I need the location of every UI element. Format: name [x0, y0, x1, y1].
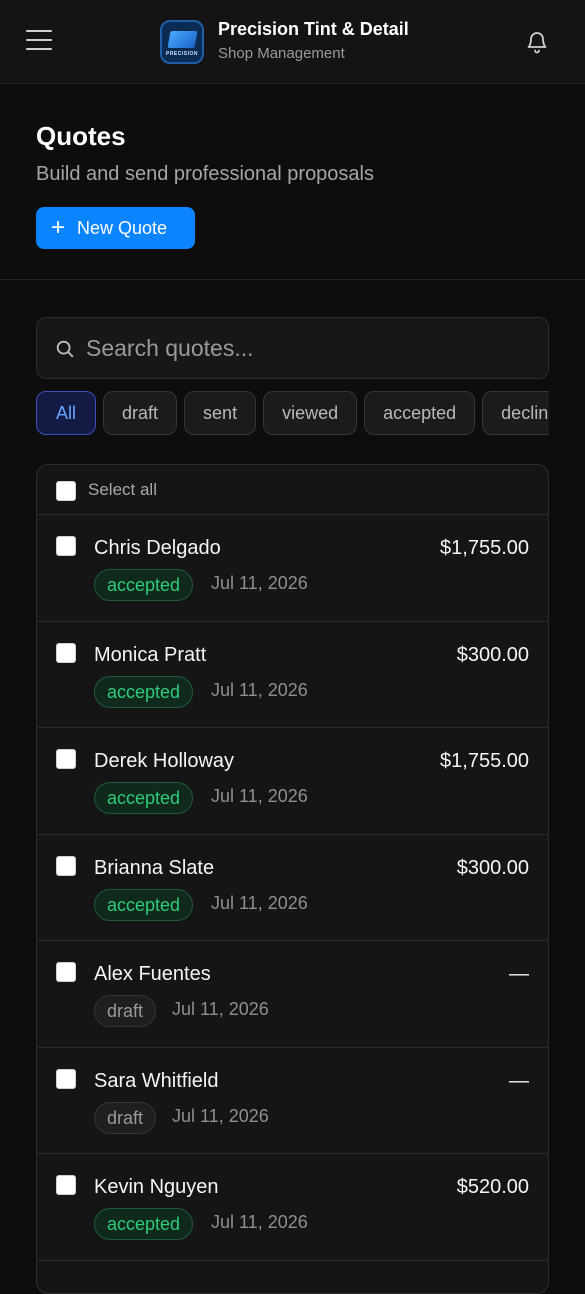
new-quote-label: New Quote [77, 217, 168, 238]
quote-date: Jul 11, 2026 [211, 679, 308, 700]
quote-row[interactable]: Brianna Slate $300.00 accepted Jul 11, 2026 [37, 835, 548, 941]
quote-amount: $1,755.00 [440, 750, 529, 772]
customer-name: Alex Fuentes [94, 963, 211, 985]
page-title: Quotes [36, 121, 126, 151]
customer-name: Chris Delgado [94, 537, 221, 559]
brand-subtitle: Shop Management [218, 45, 345, 62]
quote-row[interactable]: Alex Fuentes — draft Jul 11, 2026 [37, 941, 548, 1048]
filter-chip-all[interactable]: All [36, 391, 97, 435]
brand-logo: PRECISION [160, 20, 204, 64]
search-box [36, 317, 549, 379]
customer-name: Kevin Nguyen [94, 1176, 219, 1198]
search-icon [54, 338, 76, 360]
quote-date: Jul 11, 2026 [211, 573, 308, 593]
row-checkbox[interactable] [56, 1068, 76, 1089]
hamburger-menu-icon[interactable] [26, 30, 52, 52]
bell-icon[interactable] [525, 30, 549, 54]
row-checkbox[interactable] [56, 749, 76, 769]
search-input[interactable] [86, 328, 526, 368]
plus-icon: + [51, 214, 66, 241]
brand-name: Precision Tint & Detail [218, 19, 409, 39]
row-checkbox[interactable] [56, 642, 76, 663]
customer-name: Brianna Slate [94, 856, 215, 879]
filter-chip-viewed[interactable]: viewed [263, 391, 358, 435]
quote-row[interactable]: Derek Holloway $1,755.00 accepted Jul 11, 2… [37, 728, 548, 835]
row-checkbox[interactable] [56, 855, 76, 876]
quote-amount: $1,755.00 [440, 537, 529, 559]
quote-row[interactable]: Kevin Nguyen $520.00 accepted Jul 11, 2026 [37, 1154, 548, 1261]
quote-date: Jul 11, 2026 [211, 1212, 308, 1232]
quote-date: Jul 11, 2026 [172, 1105, 269, 1126]
new-quote-button[interactable]: + New Quote [36, 207, 195, 249]
row-checkbox[interactable] [56, 962, 76, 982]
page-subtitle: Build and send professional proposals [36, 163, 374, 185]
quote-amount: — [509, 1069, 529, 1092]
quote-amount: $520.00 [456, 1176, 529, 1198]
customer-name: Derek Holloway [94, 750, 235, 772]
logo-text: PRECISION [165, 51, 198, 57]
quote-amount: $300.00 [456, 856, 529, 879]
select-all-label: Select all [88, 480, 157, 499]
status-filter-bar: Alldraftsentviewedaccepteddeclined [36, 391, 549, 437]
customer-name: Sara Whitfield [94, 1069, 219, 1092]
select-all-checkbox[interactable] [56, 481, 76, 501]
quote-amount: — [509, 963, 529, 985]
status-badge: draft [94, 995, 157, 1027]
quote-row[interactable]: Chris Delgado $1,755.00 accepted Jul 11, 20… [37, 515, 548, 622]
status-badge: draft [94, 1101, 157, 1134]
status-badge: accepted [94, 782, 194, 814]
status-badge: accepted [94, 1208, 194, 1240]
filter-chip-declined[interactable]: declined [482, 391, 549, 435]
quote-row[interactable]: Monica Pratt $300.00 accepted Jul 11, 2026 [37, 622, 548, 728]
row-checkbox[interactable] [56, 1175, 76, 1195]
status-badge: accepted [94, 569, 194, 601]
quote-row[interactable]: Sara Whitfield — draft Jul 11, 2026 [37, 1048, 548, 1154]
filter-chip-accepted[interactable]: accepted [364, 391, 476, 435]
select-all-row: Select all [37, 465, 548, 515]
quote-amount: $300.00 [456, 643, 529, 666]
filter-chip-draft[interactable]: draft [103, 391, 178, 435]
quote-date: Jul 11, 2026 [211, 786, 308, 806]
quote-date: Jul 11, 2026 [211, 892, 308, 913]
quotes-list: Select all Chris Delgado $1,755.00 accepte… [36, 464, 549, 1294]
status-badge: accepted [94, 888, 194, 921]
quote-date: Jul 11, 2026 [172, 999, 269, 1019]
row-checkbox[interactable] [56, 536, 76, 556]
status-badge: accepted [94, 675, 194, 708]
top-bar: PRECISION Precision Tint & Detail Shop M… [0, 0, 585, 84]
page-header: Quotes Build and send professional propo… [0, 85, 585, 280]
customer-name: Monica Pratt [94, 643, 207, 666]
filter-chip-sent[interactable]: sent [184, 391, 257, 435]
